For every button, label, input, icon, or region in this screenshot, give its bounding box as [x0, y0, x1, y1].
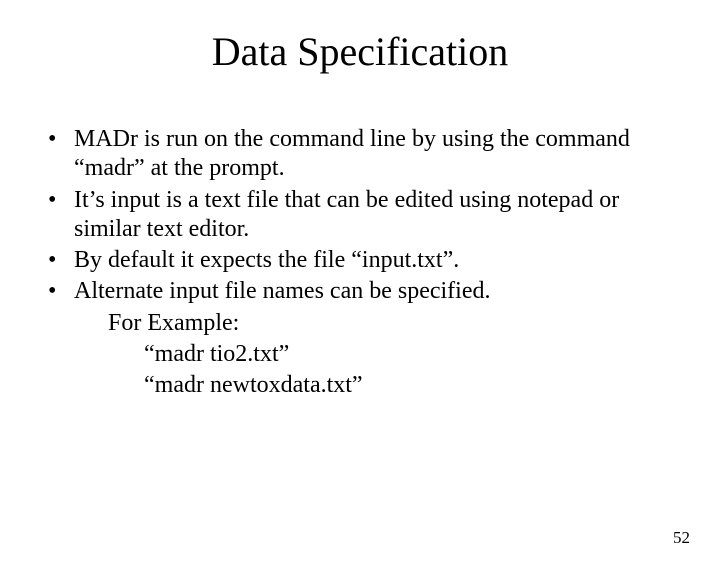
bullet-subtext: “madr tio2.txt”	[74, 340, 680, 369]
bullet-subitem: For Example:	[40, 309, 680, 338]
bullet-item: Alternate input file names can be specif…	[40, 277, 680, 306]
bullet-subtext: “madr newtoxdata.txt”	[74, 371, 680, 400]
bullet-text: By default it expects the file “input.tx…	[74, 247, 459, 273]
bullet-subitem: “madr newtoxdata.txt”	[40, 371, 680, 400]
bullet-text: MADr is run on the command line by using…	[74, 126, 630, 181]
bullet-list: MADr is run on the command line by using…	[40, 125, 680, 400]
slide-title: Data Specification	[0, 28, 720, 75]
bullet-item: MADr is run on the command line by using…	[40, 125, 680, 184]
bullet-item: By default it expects the file “input.tx…	[40, 246, 680, 275]
bullet-text: It’s input is a text file that can be ed…	[74, 187, 619, 242]
page-number: 52	[673, 528, 690, 548]
slide: Data Specification MADr is run on the co…	[0, 28, 720, 568]
bullet-subitem: “madr tio2.txt”	[40, 340, 680, 369]
bullet-item: It’s input is a text file that can be ed…	[40, 186, 680, 245]
bullet-subtext: For Example:	[74, 309, 680, 338]
bullet-text: Alternate input file names can be specif…	[74, 278, 491, 304]
